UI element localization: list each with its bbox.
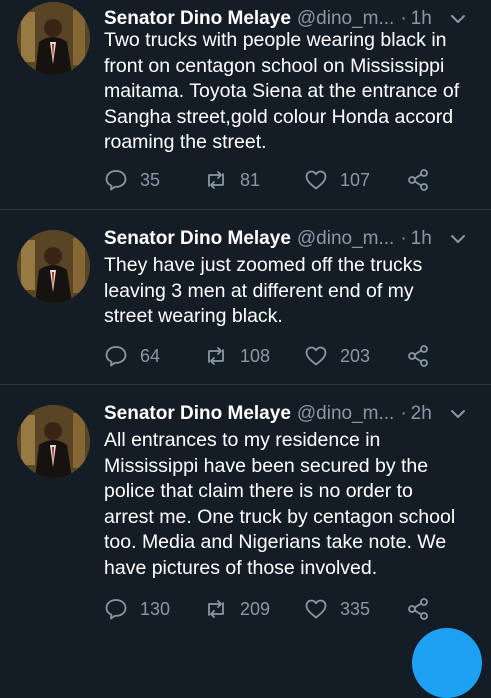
reply-button[interactable]: 130 xyxy=(104,597,170,621)
heart-icon xyxy=(305,346,327,366)
tweet-text: All entrances to my residence in Mississ… xyxy=(104,429,456,579)
reply-count: 130 xyxy=(140,598,171,619)
share-icon xyxy=(408,345,428,367)
reply-icon xyxy=(105,599,127,620)
avatar-image xyxy=(17,230,90,303)
author-name[interactable]: Senator Dino Melaye xyxy=(104,8,291,30)
retweet-button[interactable]: 81 xyxy=(204,168,260,192)
separator-dot: · xyxy=(400,228,407,249)
tweet-text: They have just zoomed off the trucks lea… xyxy=(104,254,423,327)
reply-count: 64 xyxy=(140,345,161,366)
tweet-card[interactable]: Senator Dino Melaye @dino_m... · 1h They… xyxy=(0,210,491,385)
avatar[interactable] xyxy=(17,405,90,478)
retweet-icon xyxy=(208,171,224,189)
compose-tweet-button[interactable] xyxy=(412,628,482,698)
tweet-actions: 35 81 107 xyxy=(104,168,444,196)
retweet-count: 108 xyxy=(240,345,271,366)
author-name[interactable]: Senator Dino Melaye xyxy=(104,228,291,250)
chevron-down-icon[interactable] xyxy=(447,8,469,30)
author-handle[interactable]: @dino_m... xyxy=(297,8,394,30)
reply-button[interactable]: 64 xyxy=(104,344,160,368)
reply-count: 35 xyxy=(140,169,161,190)
heart-icon xyxy=(305,170,327,190)
timestamp[interactable]: 2h xyxy=(411,403,432,425)
chevron-down-icon[interactable] xyxy=(447,403,469,425)
reply-button[interactable]: 35 xyxy=(104,168,160,192)
like-count: 335 xyxy=(340,598,371,619)
chevron-down-icon[interactable] xyxy=(447,228,469,250)
retweet-button[interactable]: 209 xyxy=(204,597,270,621)
like-count: 203 xyxy=(340,345,371,366)
tweet-actions: 64 108 203 xyxy=(104,344,444,372)
retweet-icon xyxy=(208,347,224,365)
avatar-image xyxy=(17,405,90,478)
share-icon xyxy=(408,169,428,191)
share-button[interactable] xyxy=(406,168,430,192)
reply-icon xyxy=(105,170,127,191)
retweet-icon xyxy=(208,600,224,618)
like-button[interactable]: 107 xyxy=(304,168,370,192)
separator-dot: · xyxy=(400,403,407,424)
heart-icon xyxy=(305,599,327,619)
tweet-card[interactable]: Senator Dino Melaye @dino_m... · 2h All … xyxy=(0,385,491,640)
share-button[interactable] xyxy=(406,597,430,621)
retweet-button[interactable]: 108 xyxy=(204,344,270,368)
reply-icon xyxy=(105,346,127,367)
author-handle[interactable]: @dino_m... xyxy=(297,228,394,250)
timestamp[interactable]: 1h xyxy=(411,228,432,250)
author-name[interactable]: Senator Dino Melaye xyxy=(104,403,291,425)
like-button[interactable]: 335 xyxy=(304,597,370,621)
share-button[interactable] xyxy=(406,344,430,368)
retweet-count: 209 xyxy=(240,598,271,619)
avatar[interactable] xyxy=(17,2,90,75)
author-handle[interactable]: @dino_m... xyxy=(297,403,394,425)
like-count: 107 xyxy=(340,169,371,190)
avatar-image xyxy=(17,2,90,75)
tweet-card[interactable]: Senator Dino Melaye @dino_m... · 1h Two … xyxy=(0,0,491,210)
tweet-text: Two trucks with people wearing black in … xyxy=(104,29,460,153)
separator-dot: · xyxy=(400,8,407,29)
like-button[interactable]: 203 xyxy=(304,344,370,368)
tweet-actions: 130 209 335 xyxy=(104,597,444,625)
share-icon xyxy=(408,598,428,620)
retweet-count: 81 xyxy=(240,169,261,190)
avatar[interactable] xyxy=(17,230,90,303)
timestamp[interactable]: 1h xyxy=(411,8,432,30)
